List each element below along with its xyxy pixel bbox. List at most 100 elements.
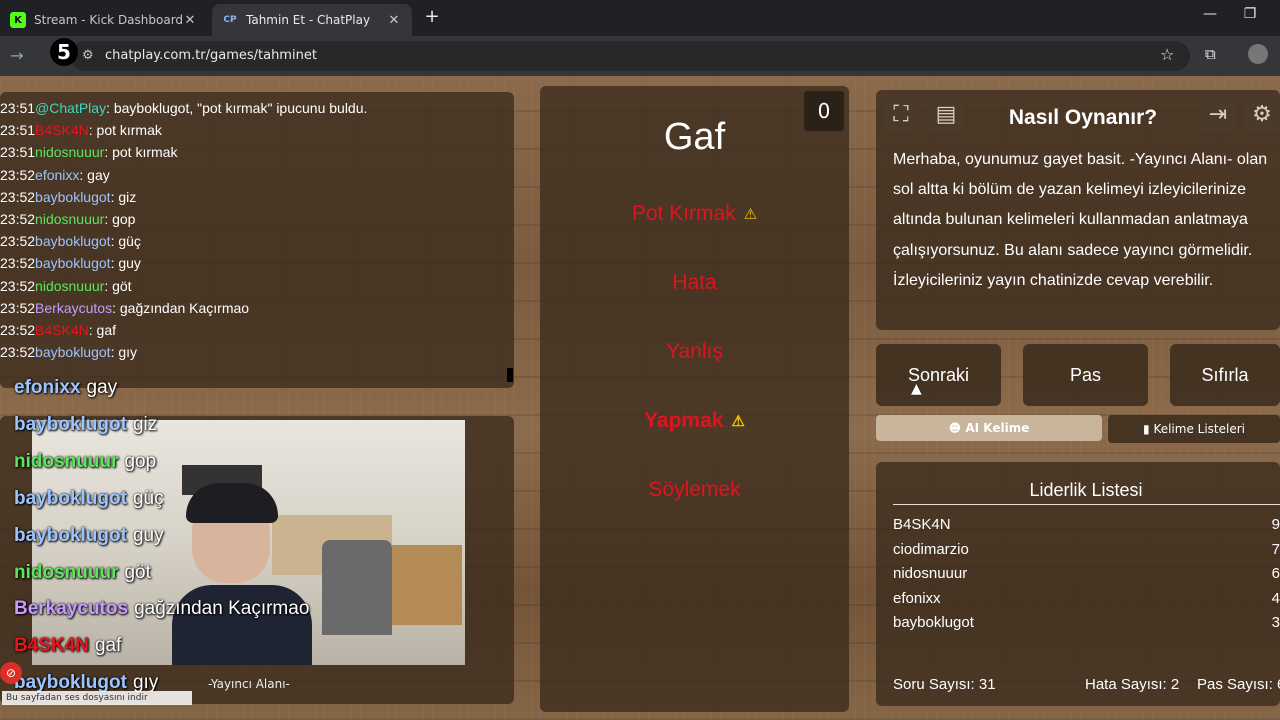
webcam-chair	[322, 540, 392, 635]
chat-time: 23:52	[0, 255, 36, 272]
chat-username[interactable]: bayboklugot	[35, 344, 111, 360]
chat-message: 23:52nidosnuuur: gop	[0, 211, 135, 227]
bookmark-star-icon[interactable]: ☆	[1160, 45, 1174, 64]
tab-chatplay[interactable]: CP Tahmin Et - ChatPlay ✕	[212, 4, 412, 36]
chat-username[interactable]: bayboklugot	[35, 255, 111, 271]
exit-icon[interactable]: ⇥	[1200, 97, 1236, 133]
chat-username[interactable]: bayboklugot	[35, 233, 111, 249]
extensions-puzzle-icon[interactable]: ⧉	[1205, 45, 1216, 63]
question-count: Soru Sayısı: 31	[893, 676, 996, 693]
error-count: Hata Sayısı: 2	[1085, 676, 1180, 693]
chat-time: 23:51	[0, 122, 36, 139]
address-bar: → 5 ⚙ chatplay.com.tr/games/tahminet ☆ ⧉	[0, 36, 1280, 76]
chat-text: : pot kırmak	[88, 122, 162, 139]
chat-text: : pot kırmak	[104, 144, 178, 161]
overlay-text: guy	[132, 524, 164, 546]
forbidden-word: Hata	[540, 271, 849, 295]
overlay-text: gağzından Kaçırmao	[134, 598, 310, 620]
overlay-username: bayboklugot	[14, 413, 127, 435]
word-lists-label: Kelime Listeleri	[1153, 422, 1245, 436]
forbidden-word-text: Yanlış	[666, 340, 723, 363]
game-panel	[540, 86, 849, 712]
chat-message: 23:51@ChatPlay: bayboklugot, "pot kırmak…	[0, 100, 367, 116]
chat-time: 23:52	[0, 188, 36, 205]
pass-count: Pas Sayısı: 6	[1197, 676, 1280, 693]
record-icon[interactable]: ⊘	[0, 662, 22, 684]
chat-message: 23:52nidosnuuur: göt	[0, 278, 132, 294]
next-button[interactable]: Sonraki	[876, 344, 1001, 406]
overlay-text: gaf	[94, 635, 122, 657]
gear-icon[interactable]: ⚙	[1244, 97, 1280, 133]
chat-username[interactable]: nidosnuuur	[35, 211, 104, 227]
close-icon[interactable]: ✕	[386, 13, 402, 28]
chat-text: : güç	[110, 233, 141, 250]
mouse-cursor-icon: ▲	[911, 381, 922, 397]
chat-text: : guy	[110, 255, 141, 272]
ai-word-button[interactable]: ☻ AI Kelime	[876, 415, 1102, 441]
overlay-chat-message: bayboklugot guy	[14, 525, 164, 547]
chat-text: : gaf	[88, 322, 116, 338]
overlay-username: nidosnuuur	[14, 561, 119, 583]
overlay-chat-message: nidosnuuur göt	[14, 562, 151, 584]
robot-icon: ☻	[948, 421, 962, 435]
leaderboard-score: 7	[1271, 540, 1280, 558]
chat-username[interactable]: nidosnuuur	[35, 278, 104, 294]
chat-username[interactable]: Berkaycutos	[35, 300, 112, 316]
chat-username[interactable]: B4SK4N	[35, 322, 89, 338]
chat-username[interactable]: @ChatPlay	[35, 100, 106, 116]
warning-icon: ⚠	[731, 413, 745, 431]
overlay-username: B4SK4N	[14, 635, 89, 657]
overlay-chat-message: B4SK4N gaf	[14, 635, 121, 657]
leaderboard-row: ciodimarzio 7	[893, 541, 1280, 561]
chat-message: 23:52bayboklugot: guy	[0, 255, 141, 271]
new-tab-plus-icon[interactable]: +	[422, 8, 442, 28]
leaderboard-name: bayboklugot	[893, 614, 974, 631]
chat-message: 23:51B4SK4N: pot kırmak	[0, 122, 162, 138]
reset-button[interactable]: Sıfırla	[1170, 344, 1280, 406]
chat-message: 23:52bayboklugot: giz	[0, 189, 136, 205]
chat-username[interactable]: efonixx	[35, 167, 79, 183]
leaderboard-name: efonixx	[893, 589, 941, 607]
tab-kick-dashboard[interactable]: K Stream - Kick Dashboard ✕	[0, 4, 208, 36]
chat-time: 23:52	[0, 322, 36, 338]
word-lists-button[interactable]: ▮ Kelime Listeleri	[1108, 415, 1280, 443]
overlay-username: bayboklugot	[14, 524, 127, 546]
minimize-icon[interactable]: —	[1190, 6, 1230, 22]
fullscreen-icon[interactable]: ⛶	[883, 97, 919, 133]
overlay-text: gop	[124, 450, 157, 472]
document-icon[interactable]: ▤	[928, 97, 964, 133]
forward-arrow-icon[interactable]: →	[6, 46, 28, 65]
pass-button[interactable]: Pas	[1023, 344, 1148, 406]
close-icon[interactable]: ✕	[182, 13, 198, 28]
chat-text: : gay	[79, 166, 110, 183]
overlay-chat-message: Berkaycutos gağzından Kaçırmao	[14, 598, 309, 620]
leaderboard-row: nidosnuuur 6	[893, 565, 1280, 585]
chat-username[interactable]: B4SK4N	[35, 122, 89, 138]
leaderboard-name: nidosnuuur	[893, 565, 968, 582]
chat-message: 23:52Berkaycutos: gağzından Kaçırmao	[0, 300, 249, 316]
chat-time: 23:51	[0, 100, 36, 116]
chat-message: 23:51nidosnuuur: pot kırmak	[0, 144, 177, 160]
scroll-marker[interactable]	[507, 368, 513, 382]
chat-text: : gop	[104, 211, 136, 227]
webcam-cabinet	[392, 545, 462, 625]
chat-username[interactable]: nidosnuuur	[35, 144, 104, 160]
leaderboard-name: B4SK4N	[893, 516, 951, 533]
chat-time: 23:52	[0, 277, 36, 294]
clipboard-icon: ▮	[1143, 422, 1150, 436]
url-text[interactable]: chatplay.com.tr/games/tahminet	[105, 48, 317, 63]
chat-time: 23:52	[0, 166, 36, 183]
how-to-play-title: Nasıl Oynanır?	[1008, 106, 1158, 129]
restore-icon[interactable]: ❐	[1230, 6, 1270, 22]
download-toast[interactable]: Bu sayfadan ses dosyasını indir	[2, 691, 192, 705]
tab-title: Tahmin Et - ChatPlay	[246, 13, 371, 27]
chat-text: : bayboklugot, "pot kırmak" ipucunu buld…	[106, 100, 368, 116]
leaderboard-divider	[893, 504, 1280, 505]
profile-avatar[interactable]	[1248, 44, 1268, 64]
chat-time: 23:52	[0, 211, 36, 227]
streamer-area-label: -Yayıncı Alanı-	[208, 677, 290, 691]
forbidden-word: Yapmak ⚠	[540, 409, 849, 433]
chat-message: 23:52bayboklugot: gıy	[0, 344, 137, 360]
site-settings-icon[interactable]: ⚙	[82, 48, 94, 63]
chat-username[interactable]: bayboklugot	[35, 189, 111, 205]
